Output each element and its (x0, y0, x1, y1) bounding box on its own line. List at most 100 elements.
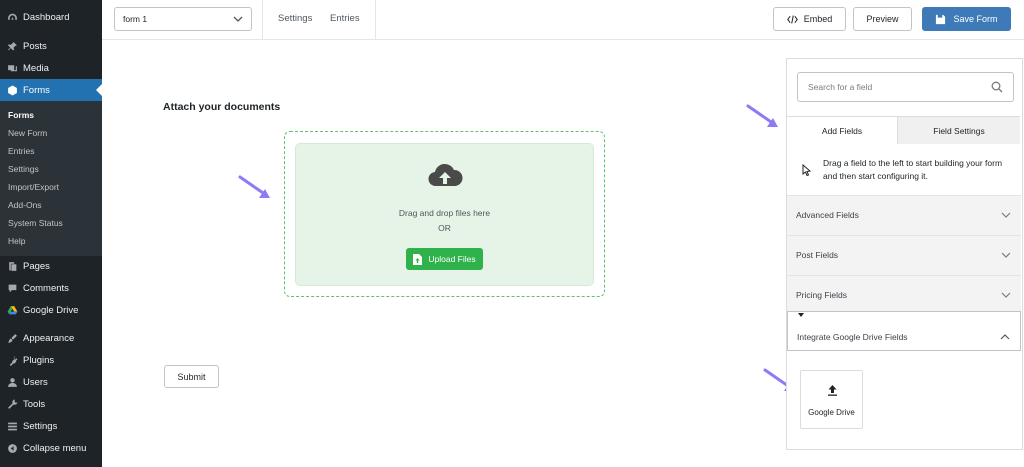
section-label: Advanced Fields (796, 210, 859, 220)
sidebar-item-label: Dashboard (23, 11, 70, 23)
sidebar-item-forms[interactable]: Forms (0, 79, 102, 101)
chevron-down-icon (233, 16, 243, 22)
sidebar-item-label: Comments (23, 282, 69, 294)
submit-label: Submit (177, 371, 206, 382)
chevron-down-icon (1001, 212, 1011, 218)
form-field-label: Attach your documents (163, 101, 281, 113)
upload-files-label: Upload Files (428, 254, 476, 264)
dashboard-icon (6, 11, 18, 23)
submenu-forms[interactable]: Forms (8, 110, 34, 120)
save-icon (936, 14, 946, 24)
section-google-drive-fields[interactable]: Integrate Google Drive Fields (787, 311, 1021, 351)
sidebar-item-posts[interactable]: Posts (0, 35, 102, 57)
file-upload-icon (413, 253, 423, 265)
sidebar-item-label: Users (23, 376, 48, 388)
google-drive-icon (6, 304, 18, 316)
pointer-arrow-icon (238, 175, 270, 198)
chevron-up-icon (1000, 334, 1010, 340)
field-search[interactable] (797, 72, 1014, 102)
toolbar-divider (262, 0, 263, 40)
brush-icon (6, 332, 18, 344)
embed-button[interactable]: Embed (773, 7, 846, 31)
sidebar-item-label: Settings (23, 420, 58, 432)
field-search-input[interactable] (808, 73, 988, 101)
submenu-import-export[interactable]: Import/Export (8, 182, 59, 192)
plugin-icon (6, 354, 18, 366)
submit-button[interactable]: Submit (164, 365, 219, 388)
submenu-system-status[interactable]: System Status (8, 218, 63, 228)
preview-label: Preview (866, 14, 899, 24)
sidebar-item-dashboard[interactable]: Dashboard (0, 6, 102, 28)
pointer-arrow-icon (746, 104, 778, 127)
submenu-help[interactable]: Help (8, 236, 25, 246)
caret-down-icon (798, 313, 804, 317)
section-pricing-fields[interactable]: Pricing Fields (787, 275, 1021, 315)
sidebar-item-label: Forms (23, 84, 50, 96)
tab-label: Field Settings (933, 125, 985, 136)
section-label: Integrate Google Drive Fields (797, 332, 908, 342)
submenu-settings[interactable]: Settings (8, 164, 39, 174)
media-icon (6, 62, 18, 74)
sidebar-item-google-drive[interactable]: Google Drive (0, 299, 102, 321)
upload-icon (828, 385, 837, 396)
google-drive-field-button[interactable]: Google Drive (800, 370, 863, 429)
forms-submenu: Forms New Form Entries Settings Import/E… (0, 101, 102, 256)
field-card-label: Google Drive (808, 408, 855, 417)
admin-sidebar: Dashboard Posts Media Forms Forms New Fo… (0, 0, 102, 467)
section-label: Pricing Fields (796, 290, 848, 300)
preview-button[interactable]: Preview (853, 7, 912, 31)
sidebar-item-label: Posts (23, 40, 47, 52)
sidebar-item-users[interactable]: Users (0, 371, 102, 393)
toolbar-divider (375, 0, 376, 40)
sidebar-item-label: Media (23, 62, 49, 74)
wrench-icon (6, 398, 18, 410)
dropzone-text: Drag and drop files here (398, 208, 491, 218)
section-post-fields[interactable]: Post Fields (787, 235, 1021, 275)
sidebar-item-label: Appearance (23, 332, 75, 344)
sidebar-item-label: Google Drive (23, 304, 79, 316)
sidebar-item-label: Collapse menu (23, 442, 87, 454)
pages-icon (6, 260, 18, 272)
form-selector-value: form 1 (123, 14, 148, 24)
form-selector[interactable]: form 1 (114, 7, 252, 31)
sidebar-item-media[interactable]: Media (0, 57, 102, 79)
sidebar-item-tools[interactable]: Tools (0, 393, 102, 415)
forms-icon (6, 84, 18, 96)
submenu-entries[interactable]: Entries (8, 146, 34, 156)
submenu-add-ons[interactable]: Add-Ons (8, 200, 42, 210)
sidebar-item-comments[interactable]: Comments (0, 277, 102, 299)
section-label: Post Fields (796, 250, 839, 260)
tab-add-fields[interactable]: Add Fields (787, 116, 897, 144)
save-form-label: Save Form (953, 14, 998, 24)
settings-icon (6, 420, 18, 432)
cloud-upload-icon (428, 163, 463, 187)
chevron-down-icon (1001, 252, 1011, 258)
upload-files-button[interactable]: Upload Files (406, 248, 483, 270)
panel-hint-text: Drag a field to the left to start buildi… (823, 158, 1003, 181)
cursor-icon (802, 164, 812, 176)
sidebar-item-label: Plugins (23, 354, 55, 366)
code-icon (786, 14, 798, 24)
dropzone-or-text: OR (438, 223, 451, 233)
chevron-down-icon (1001, 292, 1011, 298)
tab-field-settings[interactable]: Field Settings (897, 116, 1020, 144)
settings-link[interactable]: Settings (278, 13, 312, 24)
users-icon (6, 376, 18, 388)
save-form-button[interactable]: Save Form (922, 7, 1011, 31)
embed-label: Embed (803, 14, 833, 24)
sidebar-item-label: Tools (23, 398, 46, 410)
pin-icon (6, 40, 18, 52)
sidebar-item-pages[interactable]: Pages (0, 255, 102, 277)
sidebar-item-label: Pages (23, 260, 50, 272)
entries-link[interactable]: Entries (330, 13, 360, 24)
sidebar-item-appearance[interactable]: Appearance (0, 327, 102, 349)
sidebar-item-plugins[interactable]: Plugins (0, 349, 102, 371)
editor-toolbar: form 1 Settings Entries Embed Preview Sa… (102, 0, 1024, 40)
sidebar-item-settings[interactable]: Settings (0, 415, 102, 437)
collapse-menu-button[interactable]: Collapse menu (0, 437, 102, 459)
collapse-icon (6, 442, 18, 454)
submenu-new-form[interactable]: New Form (8, 128, 47, 138)
search-icon (991, 81, 1003, 93)
tab-label: Add Fields (821, 125, 863, 136)
section-advanced-fields[interactable]: Advanced Fields (787, 195, 1021, 235)
